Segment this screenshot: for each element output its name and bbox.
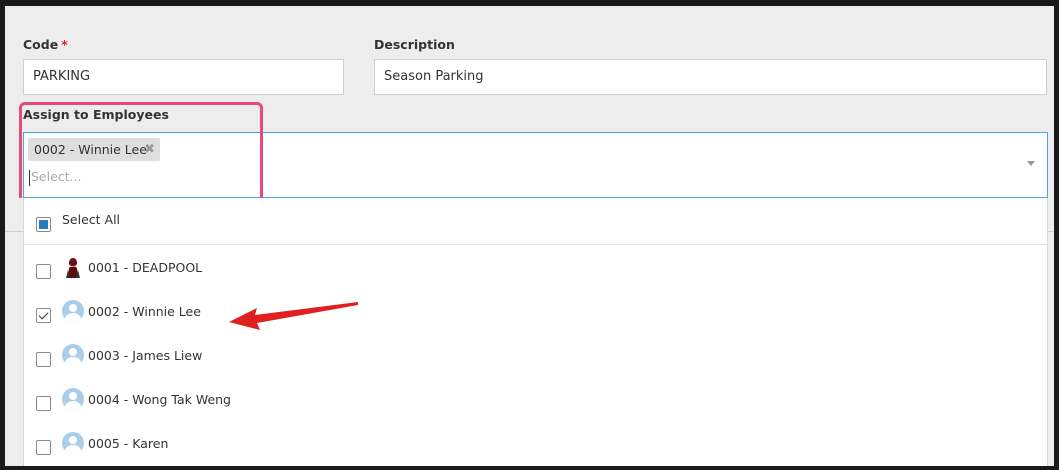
right-background — [1048, 198, 1054, 466]
option-checkbox[interactable] — [36, 352, 51, 367]
user-avatar-icon — [62, 300, 84, 322]
option-checkbox[interactable] — [36, 264, 51, 279]
annotation-highlight-box — [19, 102, 263, 203]
user-avatar-icon — [62, 344, 84, 366]
window-frame: Code * PARKING Description Season Parking… — [0, 0, 1059, 470]
divider — [1048, 231, 1054, 232]
code-label-text: Code — [23, 37, 59, 52]
employee-dropdown-list: Select All 0001 - DEADPOOL 0002 - Winnie… — [23, 198, 1048, 466]
deadpool-avatar-icon — [62, 256, 84, 278]
left-background — [5, 198, 23, 466]
code-field[interactable]: PARKING — [23, 59, 344, 95]
description-label: Description — [374, 37, 455, 52]
select-all-checkbox[interactable] — [36, 217, 51, 232]
required-mark: * — [61, 37, 68, 52]
option-label: 0004 - Wong Tak Weng — [88, 392, 231, 407]
user-avatar-icon — [62, 388, 84, 410]
description-field[interactable]: Season Parking — [374, 59, 1047, 95]
option-label: 0005 - Karen — [88, 436, 169, 451]
chevron-down-icon[interactable] — [1027, 161, 1035, 166]
option-label: 0001 - DEADPOOL — [88, 260, 203, 275]
select-all-row[interactable]: Select All — [24, 198, 1047, 245]
select-all-label: Select All — [62, 212, 121, 227]
option-checkbox[interactable] — [36, 308, 51, 323]
option-checkbox[interactable] — [36, 396, 51, 411]
divider — [5, 231, 23, 232]
option-label: 0002 - Winnie Lee — [88, 304, 201, 319]
option-label: 0003 - James Liew — [88, 348, 203, 363]
code-label: Code * — [23, 37, 68, 52]
user-avatar-icon — [62, 432, 84, 454]
annotation-arrow-icon — [229, 302, 358, 330]
option-checkbox[interactable] — [36, 440, 51, 455]
